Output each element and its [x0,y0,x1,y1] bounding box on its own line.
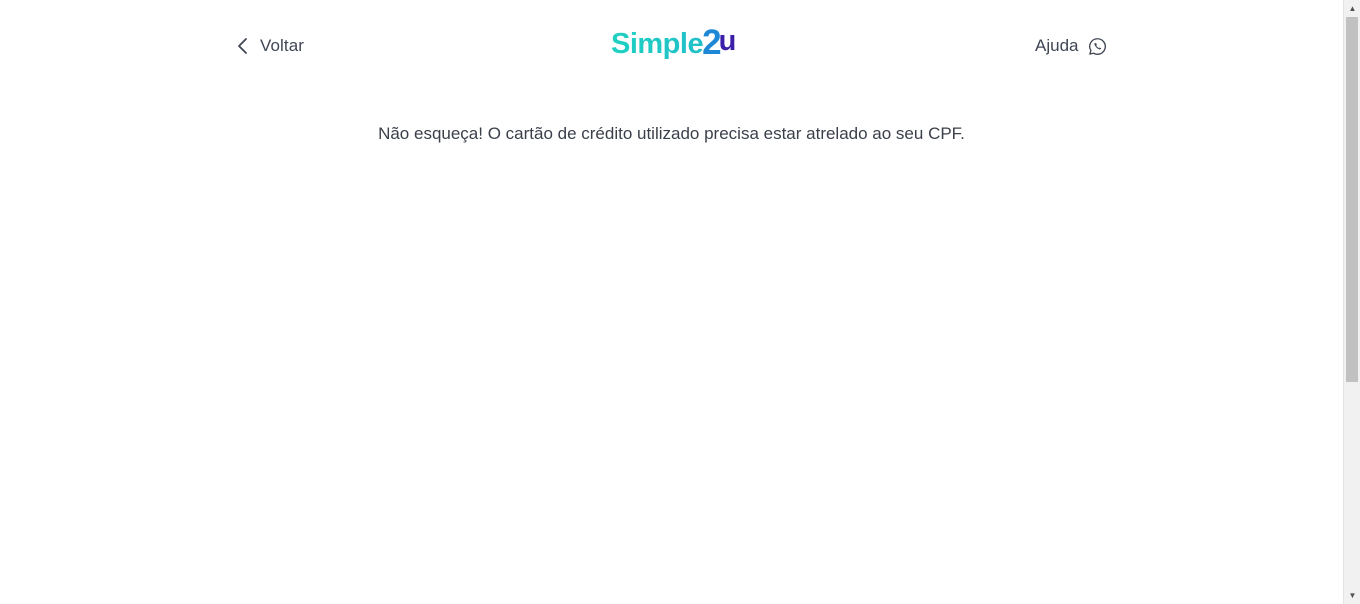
page: Voltar Simple 2 u Ajuda Não esqueça! O c… [0,0,1343,604]
logo-text-simple: Simple [611,27,704,60]
back-button[interactable]: Voltar [233,34,304,58]
vertical-scrollbar[interactable]: ▲ ▼ [1343,0,1360,604]
chevron-left-icon [233,36,253,56]
credit-card-notice: Não esqueça! O cartão de crédito utiliza… [378,124,965,143]
whatsapp-icon [1087,36,1107,56]
simple2u-logo[interactable]: Simple 2 u [611,24,737,64]
scroll-down-arrow-icon[interactable]: ▼ [1344,587,1360,604]
logo-text-u: u [718,24,737,57]
browser-viewport: Voltar Simple 2 u Ajuda Não esqueça! O c… [0,0,1360,604]
scroll-up-arrow-icon[interactable]: ▲ [1344,0,1360,17]
top-header: Voltar Simple 2 u Ajuda [0,0,1343,92]
back-label: Voltar [260,36,305,55]
scrollbar-thumb[interactable] [1346,17,1358,382]
help-button[interactable]: Ajuda [1035,34,1107,58]
help-label: Ajuda [1035,36,1079,55]
